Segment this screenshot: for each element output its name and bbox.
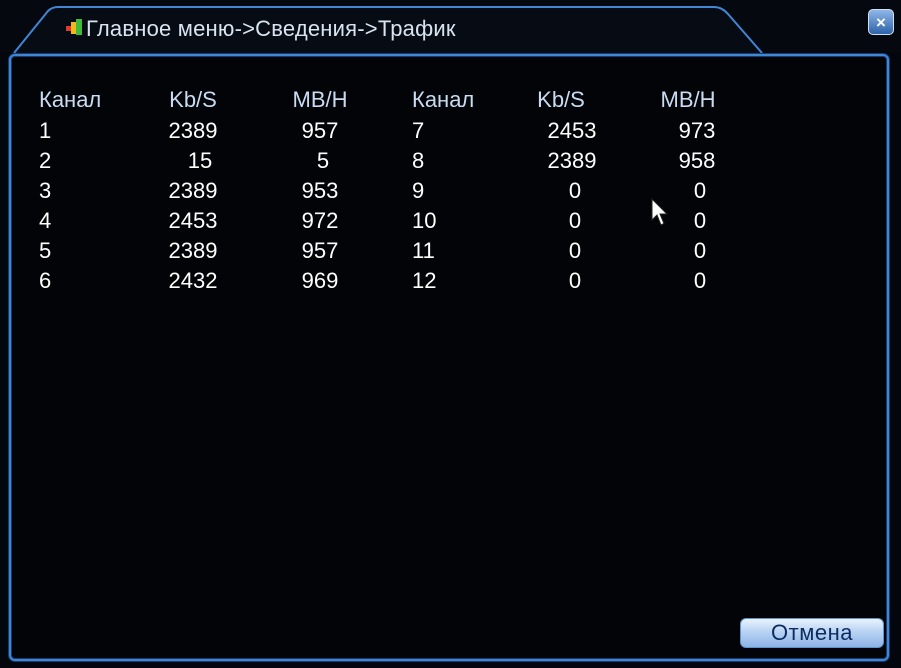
table-cell: 15 [187, 148, 213, 173]
table-cell: 9 [412, 178, 425, 203]
cancel-button[interactable]: Отмена [740, 618, 884, 648]
close-button[interactable]: × [868, 9, 894, 35]
table-cell: 953 [301, 178, 339, 203]
table-cell: 11 [412, 238, 435, 263]
table-cell: 8 [412, 148, 425, 173]
table-cell: 5 [39, 238, 52, 263]
column-header-channel: Канал [39, 87, 102, 112]
table-cell: 972 [301, 208, 339, 233]
table-cell: 0 [568, 208, 582, 233]
menu-app-icon [66, 19, 84, 35]
table-cell: 2 [39, 148, 52, 173]
mouse-pointer-icon [651, 197, 671, 233]
title-bar: Главное меню->Сведения->Трафик × [0, 0, 901, 54]
table-cell: 5 [316, 148, 330, 173]
column-header-mbh-2: MB/H [660, 87, 716, 112]
traffic-panel [9, 54, 889, 661]
table-cell: 1 [39, 118, 52, 143]
column-header-kbs: Kb/S [169, 87, 217, 112]
table-cell: 10 [412, 208, 437, 233]
column-header-mbh: MB/H [292, 87, 348, 112]
table-cell: 2389 [168, 118, 218, 143]
traffic-dialog: Главное меню->Сведения->Трафик × Канал K… [0, 0, 901, 668]
table-cell: 957 [301, 238, 339, 263]
table-cell: 2389 [168, 178, 218, 203]
table-cell: 3 [39, 178, 52, 203]
table-cell: 0 [693, 268, 707, 293]
table-cell: 2453 [168, 208, 218, 233]
close-icon: × [876, 12, 886, 32]
table-cell: 0 [568, 238, 582, 263]
table-cell: 0 [693, 238, 707, 263]
window-title: Главное меню->Сведения->Трафик [86, 16, 456, 41]
table-cell: 2432 [168, 268, 218, 293]
table-cell: 2453 [547, 118, 597, 143]
table-cell: 12 [412, 268, 437, 293]
table-cell: 2389 [547, 148, 597, 173]
table-cell: 2389 [168, 238, 218, 263]
column-header-kbs-2: Kb/S [537, 87, 585, 112]
table-cell: 969 [301, 268, 339, 293]
table-cell: 0 [568, 268, 582, 293]
table-cell: 6 [39, 268, 52, 293]
table-cell: 957 [301, 118, 339, 143]
table-cell: 973 [678, 118, 716, 143]
table-cell: 0 [568, 178, 582, 203]
table-cell: 958 [678, 148, 716, 173]
table-cell: 7 [412, 118, 425, 143]
column-header-channel-2: Канал [412, 87, 475, 112]
table-cell: 4 [39, 208, 52, 233]
